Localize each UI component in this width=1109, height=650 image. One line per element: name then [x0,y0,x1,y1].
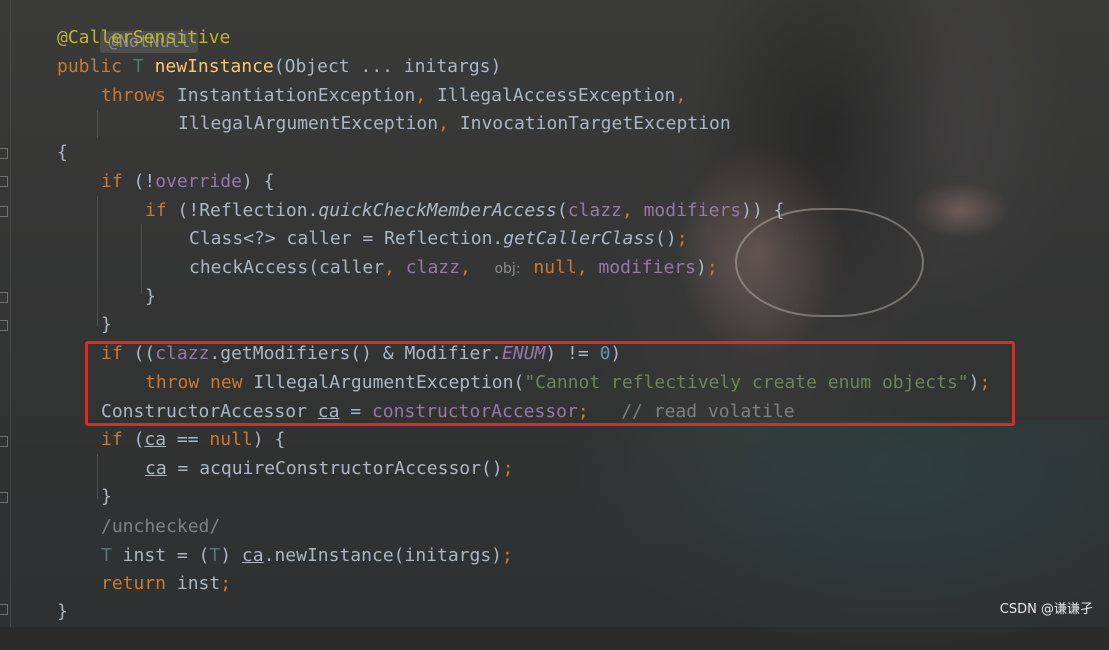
code-line-4: throws InstantiationException, IllegalAc… [101,85,687,106]
editor-gutter [0,0,11,627]
code-line-8: if (!Reflection.quickCheckMemberAccess(c… [145,200,785,221]
fold-marker-icon[interactable] [0,206,8,217]
code-line-20: T inst = (T) ca.newInstance(initargs); [101,545,513,566]
code-line-18: } [101,486,112,507]
code-line-21: return inst; [101,573,232,594]
highlight-box [85,341,1015,426]
code-line-2: @CallerSensitive [57,27,231,48]
fold-marker-icon[interactable] [0,436,8,447]
code-line-11: } [145,286,156,307]
indent-guide [97,196,98,326]
code-line-10: checkAccess(caller, clazz, obj: null, mo… [189,257,718,278]
indent-guide [97,454,98,499]
code-line-9: Class<?> caller = Reflection.getCallerCl… [189,228,688,249]
watermark: CSDN @谦谦孑 [999,602,1093,617]
fold-marker-icon[interactable] [0,492,8,503]
code-line-3: public T newInstance(Object ... initargs… [57,56,502,77]
code-line-16: if (ca == null) { [101,429,286,450]
code-line-6: { [57,142,68,163]
code-line-19: /unchecked/ [101,513,220,541]
code-comment: /unchecked/ [101,516,221,537]
code-line-12: } [101,314,112,335]
fold-marker-icon[interactable] [0,320,8,331]
fold-marker-icon[interactable] [0,148,8,159]
fold-marker-icon[interactable] [0,604,8,615]
indent-guide [141,224,142,294]
fold-marker-icon[interactable] [0,292,8,303]
code-line-7: if (!override) { [101,171,275,192]
code-line-22: } [57,601,68,622]
indent-guide [97,110,98,138]
code-line-5: IllegalArgumentException, InvocationTarg… [178,113,731,134]
fold-marker-icon[interactable] [0,176,8,187]
parameter-hint: obj: [494,261,521,277]
code-line-17: ca = acquireConstructorAccessor(); [145,458,514,479]
